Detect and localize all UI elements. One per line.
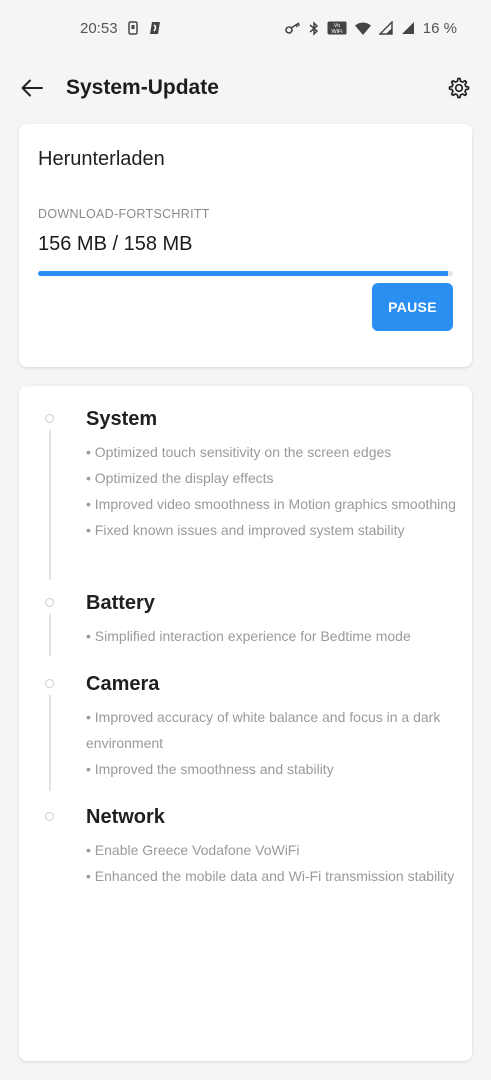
section-items: • Improved accuracy of white balance and… (86, 704, 458, 782)
section-items: • Optimized touch sensitivity on the scr… (86, 439, 458, 543)
settings-button[interactable] (447, 76, 471, 100)
wifi-icon (354, 22, 371, 35)
status-right: Vo WiFi 16 % (284, 19, 457, 37)
section-title: Battery (86, 592, 155, 614)
page-title: System-Update (66, 76, 219, 99)
timeline-dot (45, 598, 54, 607)
changelog-item: • Enhanced the mobile data and Wi-Fi tra… (86, 868, 455, 884)
section-title: Network (86, 806, 165, 828)
bluetooth-icon (309, 20, 319, 36)
changelog-item: • Optimized the display effects (86, 470, 274, 486)
app-notification-icon (148, 21, 162, 35)
battery-percent: 16 % (422, 19, 457, 37)
timeline-line (49, 430, 51, 580)
vpn-key-icon (284, 22, 301, 34)
status-left: 20:53 (80, 20, 162, 37)
changelog-item: • Enable Greece Vodafone VoWiFi (86, 842, 300, 858)
app-bar: System-Update (0, 60, 491, 116)
timeline-line (49, 695, 51, 791)
download-card: Herunterladen DOWNLOAD-FORTSCHRITT 156 M… (19, 124, 472, 367)
changelog-item: • Optimized touch sensitivity on the scr… (86, 444, 392, 460)
download-progress-text: 156 MB / 158 MB (38, 233, 193, 255)
changelog-item: • Fixed known issues and improved system… (86, 522, 405, 538)
changelog-item: • Improved video smoothness in Motion gr… (86, 496, 456, 512)
clock: 20:53 (80, 19, 118, 37)
download-progress-label: DOWNLOAD-FORTSCHRITT (38, 207, 210, 221)
timeline-dot (45, 414, 54, 423)
timeline-line (49, 614, 51, 656)
download-progress-fill (38, 271, 448, 276)
svg-text:WiFi: WiFi (331, 29, 342, 35)
signal-icon-2 (401, 21, 415, 35)
section-title: System (86, 408, 158, 430)
download-heading: Herunterladen (38, 148, 165, 170)
arrow-back-icon (21, 79, 43, 97)
section-items: • Enable Greece Vodafone VoWiFi • Enhance… (86, 837, 458, 889)
download-progress-bar (38, 271, 453, 276)
sim-icon (127, 21, 138, 35)
back-button[interactable] (20, 76, 44, 100)
section-title: Camera (86, 673, 160, 695)
section-items: • Simplified interaction experience for … (86, 623, 458, 649)
pause-button[interactable]: PAUSE (372, 283, 453, 331)
timeline-dot (45, 679, 54, 688)
status-bar: 20:53 Vo WiFi 16 % (0, 0, 491, 56)
changelog-item: • Improved the smoothness and stability (86, 761, 334, 777)
volte-wifi-icon: Vo WiFi (327, 21, 347, 35)
timeline-dot (45, 812, 54, 821)
changelog-item: • Improved accuracy of white balance and… (86, 709, 441, 751)
signal-icon (378, 21, 393, 35)
changelog-card: System • Optimized touch sensitivity on t… (19, 386, 472, 1061)
changelog-item: • Simplified interaction experience for … (86, 628, 411, 644)
gear-icon (448, 77, 470, 99)
